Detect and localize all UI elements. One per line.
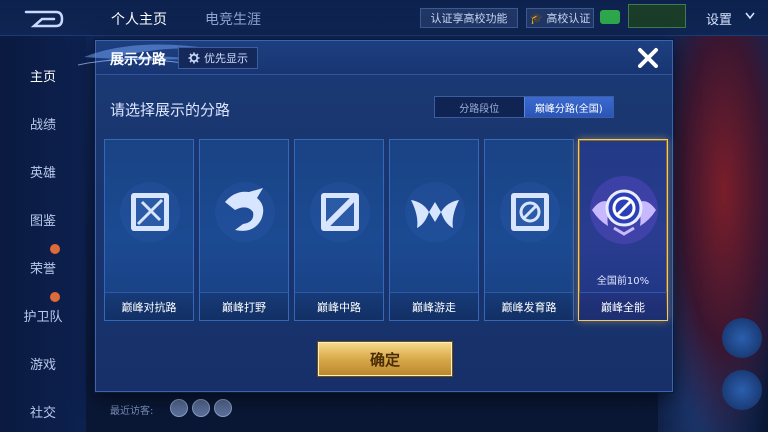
game-screen: 个人主页 电竞生涯 认证享高校功能 🎓 高校认证 设置 主页 战绩 英雄 图鉴 … — [0, 0, 768, 432]
confirm-button[interactable]: 确定 — [318, 342, 452, 376]
back-logo-icon[interactable] — [22, 8, 64, 30]
campus-verify-label: 高校认证 — [546, 12, 591, 25]
campus-verify-button[interactable]: 🎓 高校认证 — [526, 8, 594, 28]
chevron-down-icon[interactable] — [745, 12, 755, 20]
side-action-icon[interactable] — [722, 318, 762, 358]
sidebar-item-guard-team[interactable]: 护卫队 — [0, 306, 86, 325]
select-lane-prompt: 请选择展示的分路 — [110, 101, 231, 119]
lane-card-clash[interactable]: 巅峰对抗路 — [104, 139, 194, 321]
recent-visitors-label: 最近访客: — [110, 406, 154, 417]
all-round-emblem-icon — [590, 176, 658, 244]
visitor-avatar[interactable] — [170, 399, 188, 417]
sidebar-item-games[interactable]: 游戏 — [0, 354, 86, 373]
lane-card-label: 巅峰全能 — [579, 292, 667, 320]
graduation-cap-icon: 🎓 — [529, 11, 544, 25]
visitor-avatar[interactable] — [192, 399, 210, 417]
tab-esports-career[interactable]: 电竞生涯 — [205, 9, 261, 29]
lane-card-label: 巅峰发育路 — [485, 292, 573, 320]
sidebar-item-codex[interactable]: 图鉴 — [0, 210, 86, 229]
national-rank-text: 全国前10% — [596, 276, 650, 287]
side-action-icon[interactable] — [722, 370, 762, 410]
lane-card-mid[interactable]: 巅峰中路 — [294, 139, 384, 321]
lane-type-toggle: 分路段位 巅峰分路(全国) — [434, 96, 614, 118]
farm-lane-icon — [500, 182, 560, 242]
lane-card-label: 巅峰中路 — [295, 292, 383, 320]
sidebar-item-heroes[interactable]: 英雄 — [0, 162, 86, 181]
lane-card-all-round[interactable]: 全国前10% 巅峰全能 — [578, 139, 668, 321]
mid-lane-icon — [310, 182, 370, 242]
lane-display-dialog: 展示分路 优先显示 请选择展示的分路 分路段位 巅峰分路(全国) 巅峰对抗路 巅… — [77, 40, 673, 392]
jungle-icon — [215, 182, 275, 242]
close-icon — [638, 48, 658, 68]
sidebar: 主页 战绩 英雄 图鉴 荣誉 护卫队 游戏 社交 — [0, 36, 86, 432]
priority-display-label: 优先显示 — [204, 52, 248, 65]
sidebar-item-honors[interactable]: 荣誉 — [0, 258, 86, 277]
toggle-lane-rank[interactable]: 分路段位 — [435, 97, 524, 117]
lane-card-label: 巅峰对抗路 — [105, 292, 193, 320]
wechat-icon[interactable] — [600, 10, 620, 24]
tab-profile[interactable]: 个人主页 — [111, 9, 167, 29]
lane-card-jungle[interactable]: 巅峰打野 — [199, 139, 289, 321]
sidebar-item-social[interactable]: 社交 — [0, 402, 86, 421]
dialog-title: 展示分路 — [110, 52, 166, 68]
lane-card-farm[interactable]: 巅峰发育路 — [484, 139, 574, 321]
notification-dot — [50, 244, 60, 254]
promo-mini-banner[interactable] — [628, 4, 686, 28]
close-button[interactable] — [632, 43, 664, 73]
dialog-header: 展示分路 优先显示 — [77, 41, 672, 75]
roam-icon — [405, 182, 465, 242]
clash-lane-icon — [120, 182, 180, 242]
priority-display-button[interactable]: 优先显示 — [178, 47, 258, 69]
gear-icon — [188, 52, 200, 64]
visitor-avatar[interactable] — [214, 399, 232, 417]
top-bar: 个人主页 电竞生涯 认证享高校功能 🎓 高校认证 设置 — [0, 0, 768, 36]
settings-button[interactable]: 设置 — [706, 9, 732, 28]
lane-card-label: 巅峰游走 — [390, 292, 478, 320]
notification-dot — [50, 292, 60, 302]
sidebar-item-records[interactable]: 战绩 — [0, 114, 86, 133]
toggle-peak-lane-national[interactable]: 巅峰分路(全国) — [523, 97, 613, 117]
lane-card-roam[interactable]: 巅峰游走 — [389, 139, 479, 321]
lane-card-label: 巅峰打野 — [200, 292, 288, 320]
campus-promo-button[interactable]: 认证享高校功能 — [420, 8, 518, 28]
